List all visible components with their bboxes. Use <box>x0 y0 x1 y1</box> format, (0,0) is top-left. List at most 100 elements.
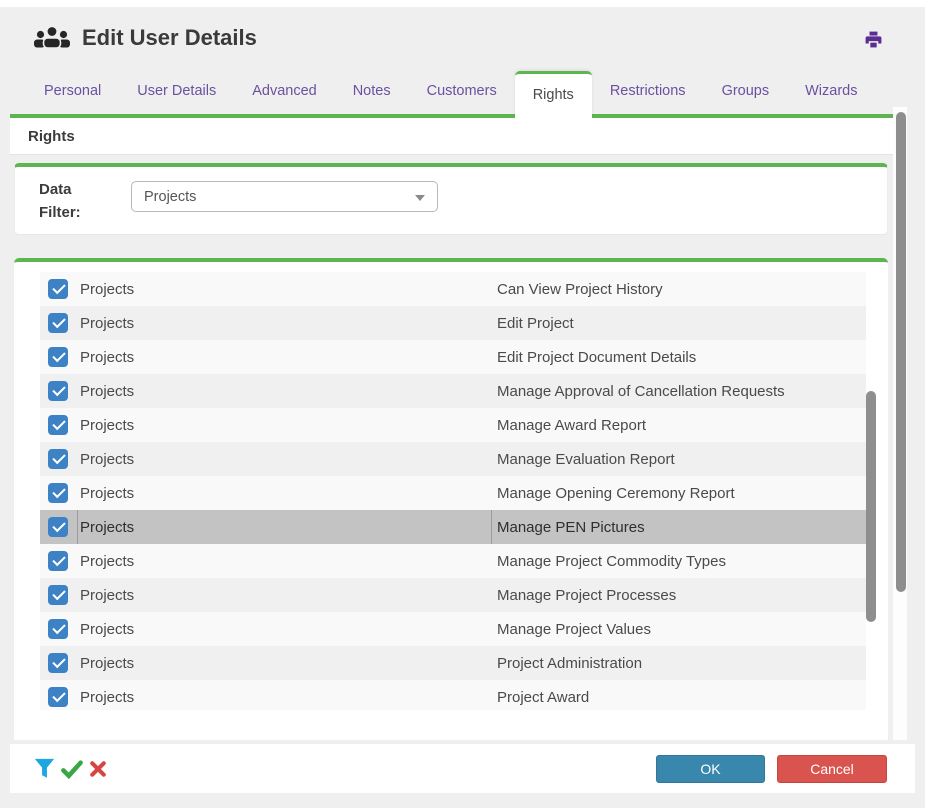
table-row[interactable]: Projects Manage Evaluation Report <box>40 442 866 476</box>
checkbox-checked[interactable] <box>48 653 68 673</box>
tab-restrictions[interactable]: Restrictions <box>592 68 704 114</box>
row-right-label: Manage Opening Ceremony Report <box>497 485 735 502</box>
row-module-label: Projects <box>80 519 134 536</box>
row-module-label: Projects <box>80 383 134 400</box>
row-right-label: Project Award <box>497 689 589 706</box>
row-module-label: Projects <box>80 621 134 638</box>
rights-grid-panel: Projects Can View Project History Projec… <box>14 258 888 740</box>
table-row[interactable]: Projects Manage PEN Pictures <box>40 510 866 544</box>
data-filter-select[interactable]: Projects <box>131 181 438 212</box>
row-module-label: Projects <box>80 451 134 468</box>
table-row[interactable]: Projects Manage Opening Ceremony Report <box>40 476 866 510</box>
row-checkbox-cell <box>40 408 78 442</box>
table-row[interactable]: Projects Can View Project History <box>40 272 866 306</box>
row-module-cell: Projects <box>78 442 492 476</box>
row-checkbox-cell <box>40 510 78 544</box>
tab-customers[interactable]: Customers <box>409 68 515 114</box>
tab-wizards[interactable]: Wizards <box>787 68 875 114</box>
print-icon[interactable] <box>861 27 885 51</box>
row-checkbox-cell <box>40 476 78 510</box>
page-scrollbar-thumb[interactable] <box>896 112 906 592</box>
row-module-cell: Projects <box>78 272 492 306</box>
row-checkbox-cell <box>40 272 78 306</box>
grid-scrollbar-thumb[interactable] <box>866 391 876 622</box>
rights-section-header: Rights <box>10 118 893 155</box>
footer-buttons: OK Cancel <box>656 755 915 783</box>
row-right-cell: Edit Project Document Details <box>492 349 866 366</box>
table-row[interactable]: Projects Manage Approval of Cancellation… <box>40 374 866 408</box>
table-row[interactable]: Projects Project Award <box>40 680 866 710</box>
row-right-cell: Manage Opening Ceremony Report <box>492 485 866 502</box>
checkbox-checked[interactable] <box>48 313 68 333</box>
row-checkbox-cell <box>40 646 78 680</box>
row-module-cell: Projects <box>78 578 492 612</box>
checkbox-checked[interactable] <box>48 585 68 605</box>
row-right-label: Can View Project History <box>497 281 663 298</box>
row-checkbox-cell <box>40 578 78 612</box>
cancel-button[interactable]: Cancel <box>777 755 887 783</box>
row-module-label: Projects <box>80 281 134 298</box>
table-row[interactable]: Projects Manage Project Processes <box>40 578 866 612</box>
checkbox-checked[interactable] <box>48 381 68 401</box>
tab-bar: Personal User Details Advanced Notes Cus… <box>10 68 893 118</box>
data-filter-value: Projects <box>144 189 196 205</box>
checkbox-checked[interactable] <box>48 279 68 299</box>
row-right-label: Manage Approval of Cancellation Requests <box>497 383 785 400</box>
row-right-cell: Edit Project <box>492 315 866 332</box>
table-row[interactable]: Projects Edit Project Document Details <box>40 340 866 374</box>
checkbox-checked[interactable] <box>48 483 68 503</box>
page-title: Edit User Details <box>82 25 257 51</box>
table-row[interactable]: Projects Edit Project <box>40 306 866 340</box>
checkbox-checked[interactable] <box>48 551 68 571</box>
row-right-label: Edit Project <box>497 315 574 332</box>
tab-rights[interactable]: Rights <box>515 71 592 118</box>
clear-icon[interactable] <box>89 760 107 778</box>
row-module-label: Projects <box>80 655 134 672</box>
edit-user-details-dialog: Edit User Details Personal User Details … <box>0 0 925 808</box>
ok-button[interactable]: OK <box>656 755 765 783</box>
section-title: Rights <box>28 128 75 145</box>
checkbox-checked[interactable] <box>48 619 68 639</box>
row-checkbox-cell <box>40 544 78 578</box>
chevron-down-icon <box>415 195 425 201</box>
footer-icons <box>34 757 107 780</box>
checkbox-checked[interactable] <box>48 415 68 435</box>
row-right-cell: Can View Project History <box>492 281 866 298</box>
row-module-cell: Projects <box>78 374 492 408</box>
tab-notes[interactable]: Notes <box>335 68 409 114</box>
row-right-cell: Manage Project Processes <box>492 587 866 604</box>
table-row[interactable]: Projects Manage Project Values <box>40 612 866 646</box>
rights-grid: Projects Can View Project History Projec… <box>40 272 866 710</box>
tab-groups[interactable]: Groups <box>704 68 788 114</box>
data-filter-panel: Data Filter: Projects <box>14 163 888 235</box>
table-row[interactable]: Projects Project Administration <box>40 646 866 680</box>
checkbox-checked[interactable] <box>48 687 68 707</box>
row-module-cell: Projects <box>78 476 492 510</box>
users-icon <box>34 25 70 50</box>
table-row[interactable]: Projects Manage Award Report <box>40 408 866 442</box>
row-checkbox-cell <box>40 680 78 710</box>
row-module-cell: Projects <box>78 306 492 340</box>
checkbox-checked[interactable] <box>48 347 68 367</box>
confirm-icon[interactable] <box>60 759 84 779</box>
row-module-cell: Projects <box>78 510 492 544</box>
row-checkbox-cell <box>40 306 78 340</box>
row-checkbox-cell <box>40 612 78 646</box>
row-right-cell: Manage Evaluation Report <box>492 451 866 468</box>
row-module-cell: Projects <box>78 408 492 442</box>
tab-personal[interactable]: Personal <box>26 68 119 114</box>
row-right-cell: Manage Award Report <box>492 417 866 434</box>
row-right-cell: Manage Approval of Cancellation Requests <box>492 383 866 400</box>
row-module-label: Projects <box>80 315 134 332</box>
filter-icon[interactable] <box>34 757 55 780</box>
table-row[interactable]: Projects Manage Project Commodity Types <box>40 544 866 578</box>
row-right-cell: Manage Project Values <box>492 621 866 638</box>
tab-user-details[interactable]: User Details <box>119 68 234 114</box>
checkbox-checked[interactable] <box>48 517 68 537</box>
row-right-cell: Project Award <box>492 689 866 706</box>
checkbox-checked[interactable] <box>48 449 68 469</box>
row-right-label: Manage Evaluation Report <box>497 451 675 468</box>
row-module-label: Projects <box>80 417 134 434</box>
tab-advanced[interactable]: Advanced <box>234 68 335 114</box>
data-filter-label: Data Filter: <box>39 178 107 224</box>
